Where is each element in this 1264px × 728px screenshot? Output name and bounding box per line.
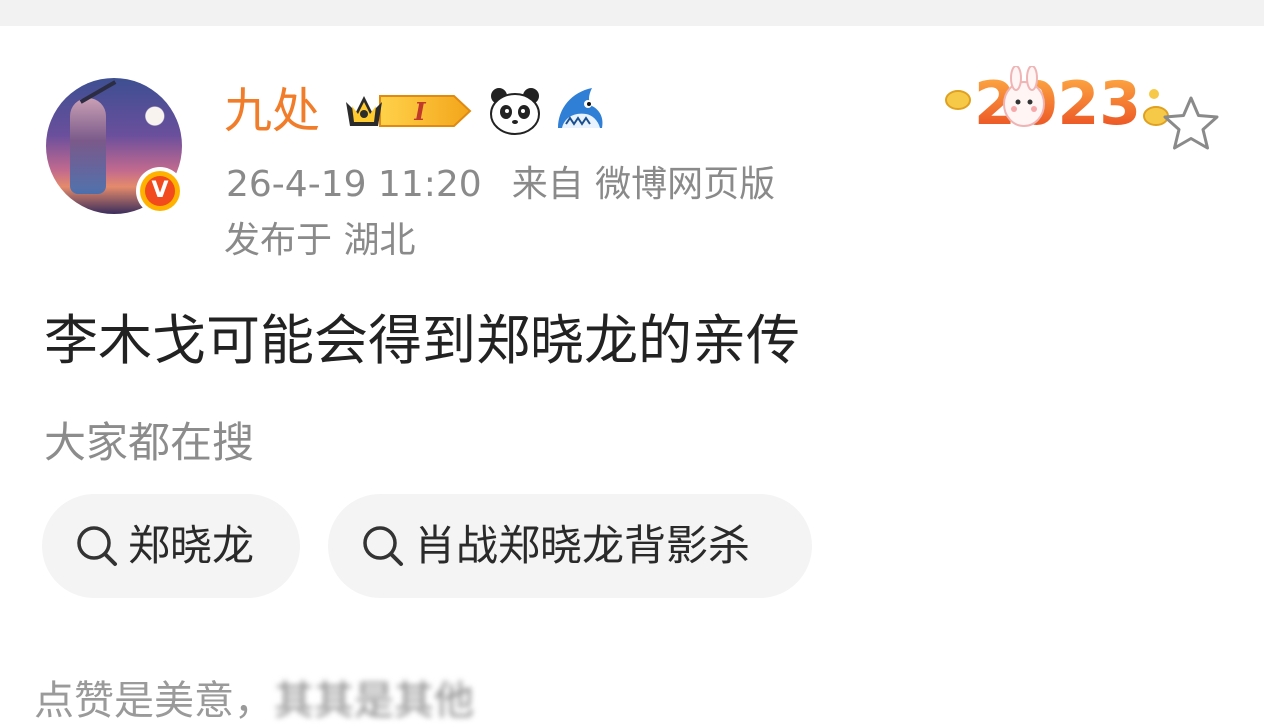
post-meta: 26-4-19 11:20 来自 微博网页版 <box>226 162 775 208</box>
verified-badge-icon: V <box>136 167 184 215</box>
search-chip-label: 肖战郑晓龙背影杀 <box>414 521 751 570</box>
post-source[interactable]: 来自 微博网页版 <box>512 164 775 205</box>
search-chip-label: 郑晓龙 <box>128 521 255 570</box>
avatar-figure <box>70 98 106 194</box>
member-level-text: I <box>413 97 426 126</box>
year-text: 2023 <box>974 69 1141 134</box>
trending-label: 大家都在搜 <box>44 418 255 467</box>
star-icon[interactable] <box>1160 94 1222 152</box>
verified-letter: V <box>145 176 175 206</box>
username[interactable]: 九处 <box>224 82 320 140</box>
panda-icon <box>490 88 540 135</box>
search-icon <box>363 526 403 566</box>
crown-member-icon[interactable]: I <box>342 88 474 134</box>
footer-blurred-text: 其其是其他 <box>274 678 474 724</box>
year-2023-badge: 2023 <box>945 66 1169 134</box>
post-location: 发布于 湖北 <box>224 220 416 261</box>
search-chip[interactable]: 郑晓龙 <box>42 494 300 598</box>
post-time: 26-4-19 11:20 <box>226 164 482 205</box>
shark-icon <box>558 88 603 128</box>
post-text: 李木戈可能会得到郑晓龙的亲传 <box>44 309 800 372</box>
search-icon <box>77 526 117 566</box>
footer-visible-text: 点赞是美意， <box>34 678 274 724</box>
top-strip <box>0 0 1264 26</box>
footer-text: 点赞是美意，其其是其他 <box>34 674 474 728</box>
search-chip[interactable]: 肖战郑晓龙背影杀 <box>328 494 812 598</box>
